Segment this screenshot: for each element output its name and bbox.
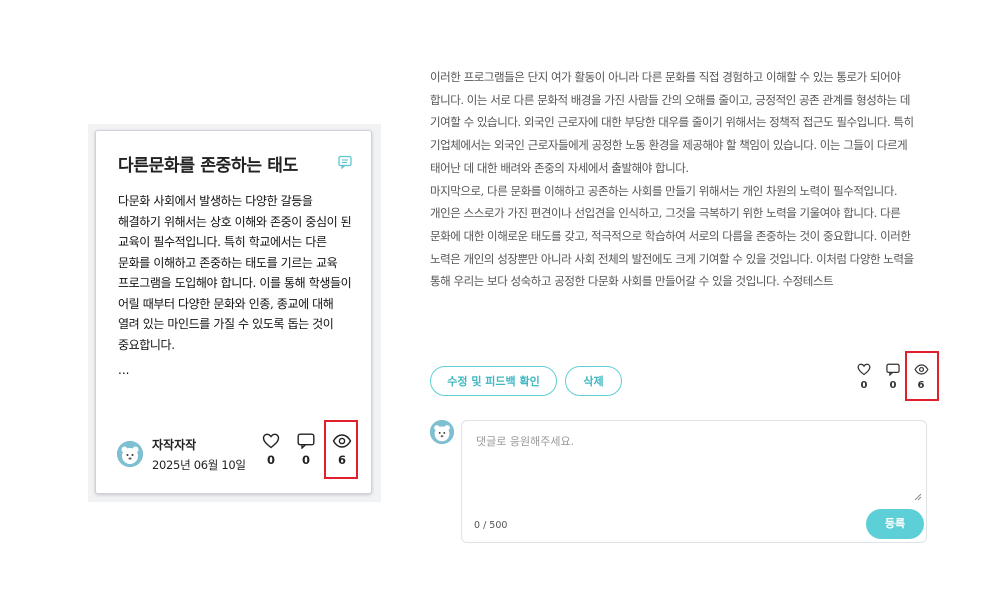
heart-icon bbox=[262, 433, 280, 449]
article-paragraph: 마지막으로, 다른 문화를 이해하고 공존하는 사회를 만들기 위해서는 개인 … bbox=[430, 183, 914, 289]
post-date: 2025년 06월 10일 bbox=[152, 458, 246, 472]
card-excerpt: 다문화 사회에서 발생하는 다양한 갈등을 해결하기 위해서는 상호 이해와 존… bbox=[118, 194, 352, 352]
submit-comment-button[interactable]: 등록 bbox=[866, 509, 924, 539]
author-name: 자작자작 bbox=[152, 438, 197, 452]
card-like-count: 0 bbox=[266, 453, 275, 467]
comment-stat[interactable]: 0 bbox=[881, 363, 905, 391]
message-icon bbox=[338, 155, 352, 169]
views-highlight-box bbox=[905, 351, 939, 401]
card-comment-stat[interactable]: 0 bbox=[294, 433, 318, 467]
comment-char-counter: 0 / 500 bbox=[474, 520, 508, 531]
card-comment-count: 0 bbox=[301, 453, 310, 467]
card-ellipsis: ... bbox=[118, 363, 130, 377]
edit-feedback-button[interactable]: 수정 및 피드백 확인 bbox=[430, 366, 557, 396]
article-paragraph: 이러한 프로그램들은 단지 여가 활동이 아니라 다른 문화를 직접 경험하고 … bbox=[430, 70, 914, 175]
like-count: 0 bbox=[860, 380, 868, 391]
comment-input[interactable] bbox=[474, 431, 918, 511]
views-highlight-box bbox=[324, 420, 358, 479]
card-title[interactable]: 다른문화를 존중하는 태도 bbox=[118, 151, 298, 176]
comment-icon bbox=[886, 363, 900, 376]
comment-count: 0 bbox=[889, 380, 897, 391]
delete-button[interactable]: 삭제 bbox=[565, 366, 622, 396]
article-body: 이러한 프로그램들은 단지 여가 활동이 아니라 다른 문화를 직접 경험하고 … bbox=[430, 66, 930, 293]
resize-grip-icon[interactable] bbox=[914, 493, 922, 501]
author-avatar bbox=[117, 441, 143, 467]
comment-form: 0 / 500 등록 bbox=[461, 420, 927, 543]
heart-icon bbox=[857, 363, 871, 376]
commenter-avatar bbox=[430, 420, 454, 444]
like-stat[interactable]: 0 bbox=[852, 363, 876, 391]
card-like-stat[interactable]: 0 bbox=[259, 433, 283, 467]
comment-icon bbox=[297, 433, 315, 449]
